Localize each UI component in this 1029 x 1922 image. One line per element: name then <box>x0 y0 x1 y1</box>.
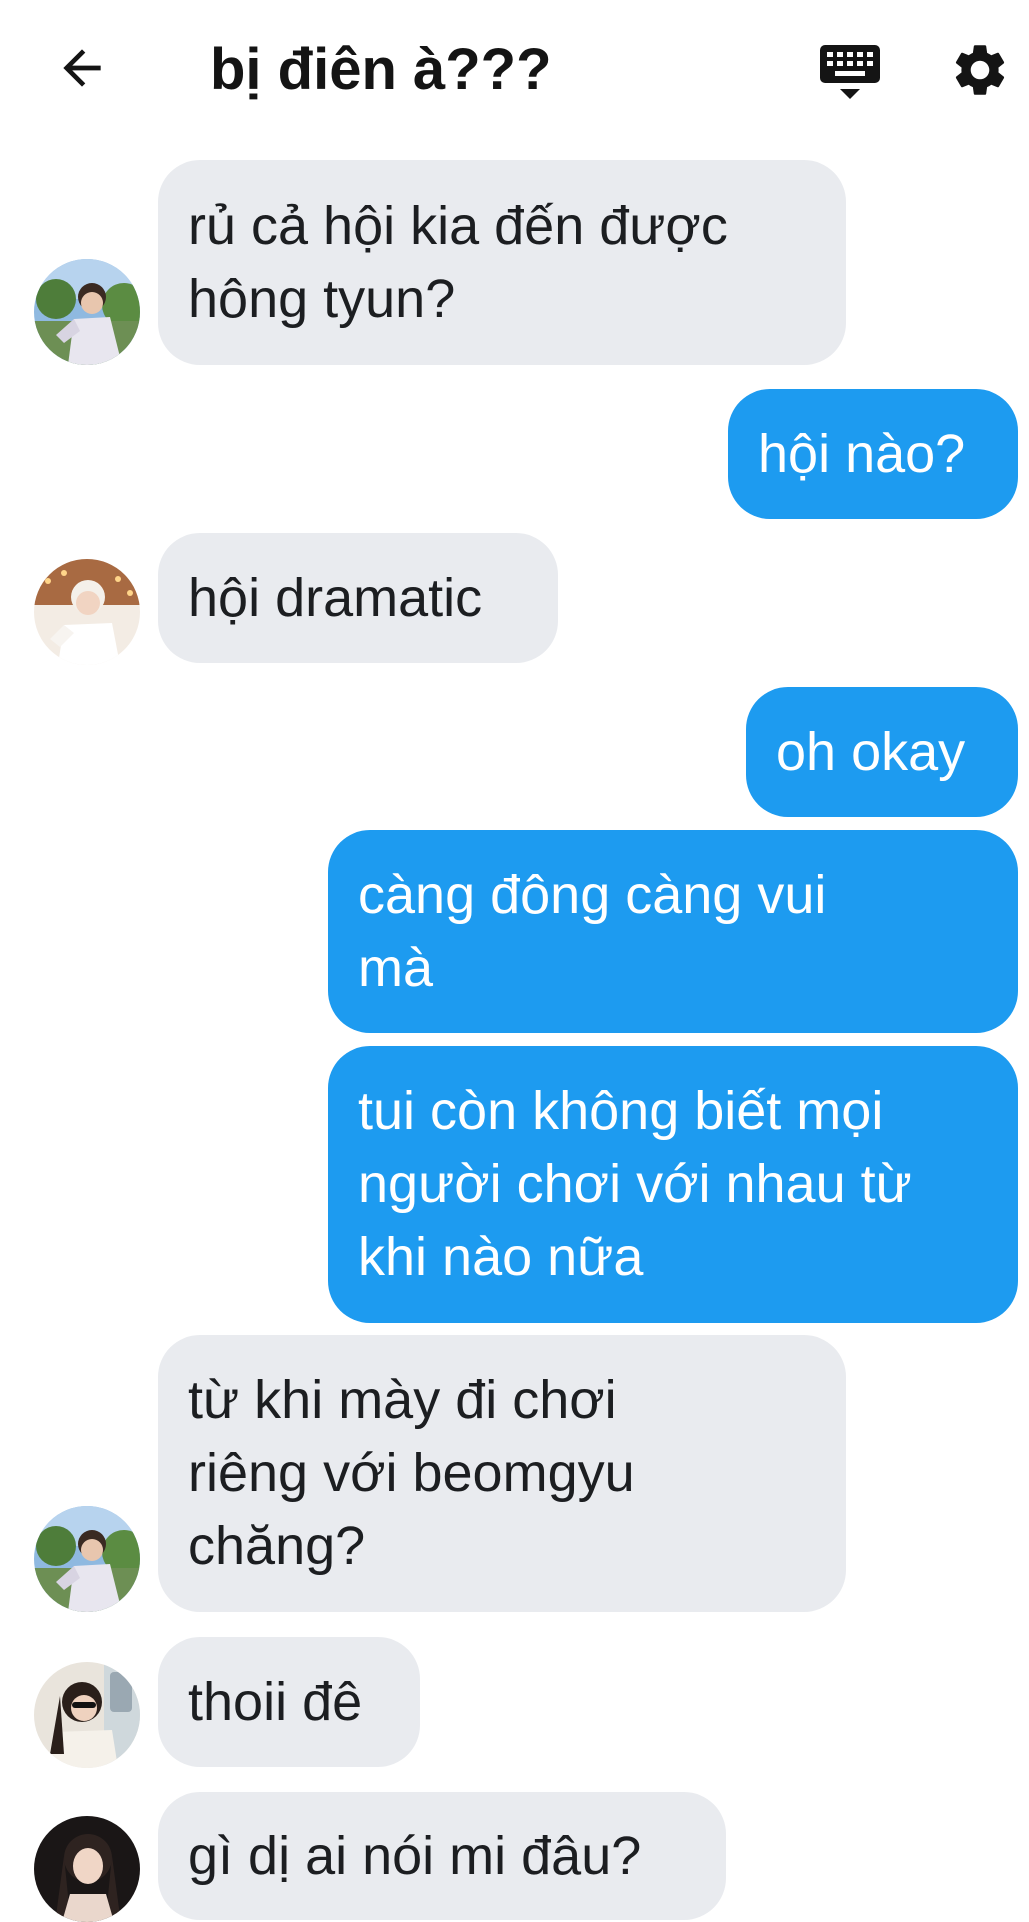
message-line: khi nào nữa <box>358 1227 644 1287</box>
settings-button[interactable] <box>944 34 1016 106</box>
message-line: từ khi mày đi chơi <box>188 1370 617 1430</box>
message-line: mà <box>358 937 434 998</box>
message-bubble-incoming[interactable]: thoii đê <box>158 1637 420 1767</box>
message-bubble-outgoing[interactable]: oh okay <box>746 687 1018 817</box>
avatar-photo-3 <box>34 1662 140 1768</box>
message-bubble-outgoing[interactable]: hội nào? <box>728 389 1018 519</box>
message-line: tui còn không biết mọi <box>358 1081 884 1141</box>
message-line: càng đông càng vui <box>358 864 827 925</box>
gear-icon <box>955 45 1005 95</box>
avatar[interactable] <box>34 1816 140 1922</box>
arrow-left-icon <box>63 49 101 87</box>
message-bubble-incoming[interactable]: hội dramatic <box>158 533 558 663</box>
chat-header: bị điên à??? <box>0 0 1029 140</box>
keyboard-button[interactable] <box>800 36 900 106</box>
message-line: chăng? <box>188 1516 366 1576</box>
avatar[interactable] <box>34 1662 140 1768</box>
message-line: người chơi với nhau từ <box>358 1154 912 1214</box>
message-line: rủ cả hội kia đến được <box>188 195 728 256</box>
keyboard-icon <box>820 45 880 99</box>
chat-title: bị điên à??? <box>210 37 552 102</box>
message-bubble-incoming[interactable]: từ khi mày đi chơi riêng với beomgyu chă… <box>158 1335 846 1612</box>
message-bubble-outgoing[interactable]: càng đông càng vui mà <box>328 830 1018 1033</box>
message-bubble-incoming[interactable]: rủ cả hội kia đến được hông tyun? <box>158 160 846 365</box>
message-line: hông tyun? <box>188 268 456 329</box>
message-bubble-incoming[interactable]: gì dị ai nói mi đâu? <box>158 1792 726 1920</box>
avatar-photo-2 <box>34 559 140 665</box>
avatar[interactable] <box>34 559 140 665</box>
avatar[interactable] <box>34 1506 140 1612</box>
avatar-photo-1 <box>34 1506 140 1612</box>
avatar-photo-4 <box>34 1816 140 1922</box>
message-line: riêng với beomgyu <box>188 1443 635 1503</box>
message-line: hội dramatic <box>188 567 483 628</box>
message-line: thoii đê <box>188 1671 363 1732</box>
avatar-photo-1 <box>34 259 140 365</box>
message-bubble-outgoing[interactable]: tui còn không biết mọi người chơi với nh… <box>328 1046 1018 1323</box>
back-button[interactable] <box>44 30 120 106</box>
message-line: oh okay <box>776 721 966 782</box>
message-line: hội nào? <box>758 423 966 484</box>
message-line: gì dị ai nói mi đâu? <box>188 1825 642 1886</box>
avatar[interactable] <box>34 259 140 365</box>
